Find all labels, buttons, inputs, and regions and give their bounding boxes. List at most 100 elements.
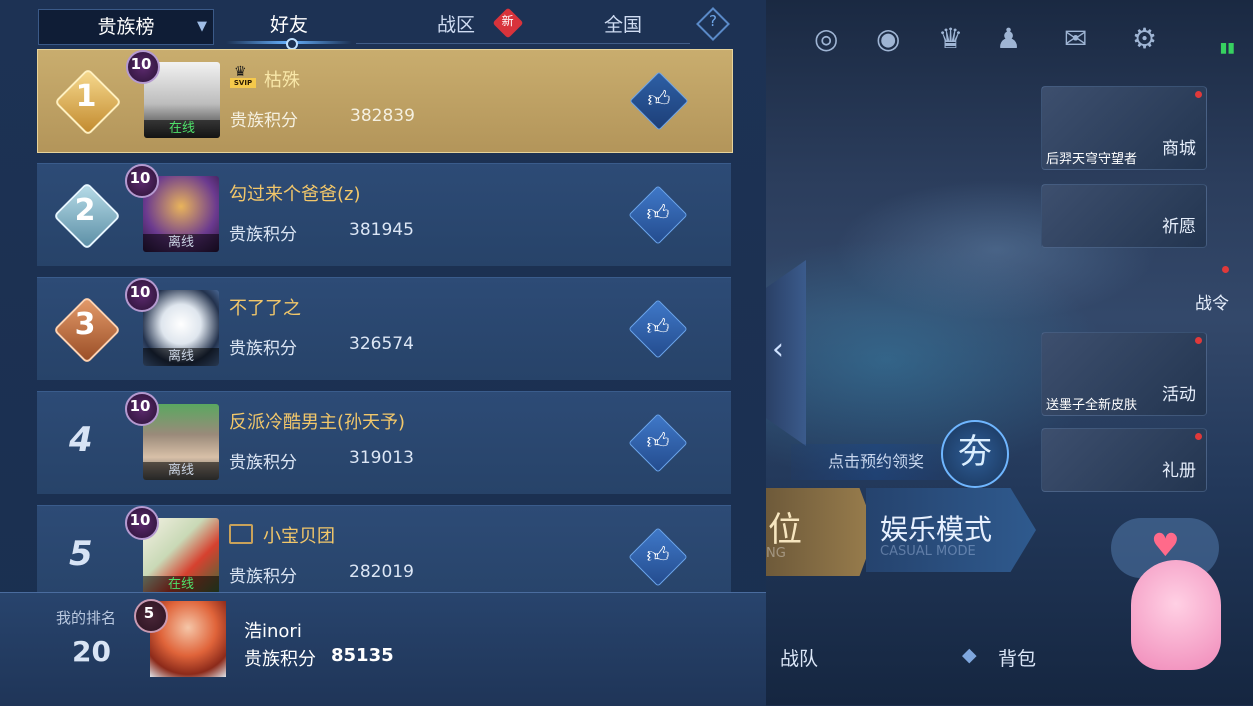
shop-button[interactable]: 后羿天穹守望者 商城 xyxy=(1041,86,1207,170)
svip-icon: ♛ SVIP xyxy=(230,64,256,90)
like-button[interactable]: 👍︎ xyxy=(629,71,689,131)
leaderboard-row[interactable]: 3 离线 10 不了了之 贵族积分 326574 👍︎ xyxy=(37,277,731,380)
score-label: 贵族积分 xyxy=(229,453,297,473)
events-label: 活动 xyxy=(1162,385,1196,405)
leaderboard-row[interactable]: 2 离线 10 勾过来个爸爸(z) 贵族积分 381945 👍︎ xyxy=(37,163,731,266)
event-badge[interactable]: 夯 xyxy=(941,420,1009,488)
top-icon-bar: ◎ ◉ ♛ ♟ ✉ ⚙ ▮▮ xyxy=(766,18,1253,62)
battle-pass-label: 战令 xyxy=(1195,294,1229,314)
thumbs-up-icon: 👍︎ xyxy=(646,201,670,227)
thumbs-up-icon: 👍︎ xyxy=(647,87,671,113)
my-score-label: 贵族积分 xyxy=(244,649,316,670)
collapse-panel-button[interactable]: ‹ xyxy=(766,260,806,446)
casual-mode-button[interactable]: 娱乐模式 CASUAL MODE xyxy=(866,488,1036,572)
score-value: 326574 xyxy=(349,334,414,354)
game-lobby-background: ◎ ◉ ♛ ♟ ✉ ⚙ ▮▮ 后羿天穹守望者 商城 祈愿 战令 送墨子全新皮肤 … xyxy=(766,0,1253,705)
player-name: 反派冷酷男主(孙天予) xyxy=(229,412,406,433)
thumbs-up-icon: 👍︎ xyxy=(646,315,670,341)
like-button[interactable]: 👍︎ xyxy=(628,527,688,587)
gift-book-button[interactable]: 礼册 xyxy=(1041,428,1207,492)
level-number: 10 xyxy=(129,511,151,529)
rank-silver-emblem: 2 xyxy=(53,182,121,250)
my-rank-bar: 我的排名 20 5 浩inori 贵族积分 85135 xyxy=(0,592,766,706)
mail-icon[interactable]: ✉ xyxy=(1064,22,1087,56)
help-icon[interactable]: ? xyxy=(696,7,730,41)
dropdown-label: 贵族榜 xyxy=(97,16,155,38)
level-badge: 10 xyxy=(119,160,161,198)
rank-gold-emblem: 1 xyxy=(54,68,122,136)
backpack-nav-item[interactable]: 背包 xyxy=(998,644,1036,671)
events-button[interactable]: 送墨子全新皮肤 活动 xyxy=(1041,332,1207,416)
my-score-value: 85135 xyxy=(331,645,394,666)
score-label: 贵族积分 xyxy=(229,567,297,587)
score-value: 381945 xyxy=(349,220,414,240)
shop-label: 商城 xyxy=(1162,139,1196,159)
rank-number: 3 xyxy=(74,307,96,342)
player-name: 小宝贝团 xyxy=(263,526,335,547)
notification-dot xyxy=(1195,337,1202,344)
leaderboard-tabbar: 贵族榜 ▼ 好友 战区 新 全国 ? xyxy=(0,0,766,50)
level-badge: 10 xyxy=(119,502,161,540)
player-name: 不了了之 xyxy=(229,298,301,319)
my-rank-label: 我的排名 xyxy=(56,609,117,627)
casual-mode-subtitle: CASUAL MODE xyxy=(880,544,976,559)
tab-region[interactable]: 战区 xyxy=(437,10,475,37)
rank-number: 4 xyxy=(69,420,93,460)
friends-icon[interactable]: ♟ xyxy=(996,22,1021,56)
target-icon[interactable]: ◎ xyxy=(814,22,838,56)
tab-divider xyxy=(356,43,690,44)
leaderboard-row[interactable]: 4 离线 10 反派冷酷男主(孙天予) 贵族积分 319013 👍︎ xyxy=(37,391,731,494)
rank-number: 5 xyxy=(69,534,93,574)
player-name: 枯殊 xyxy=(264,70,300,91)
offline-status: 离线 xyxy=(143,348,219,366)
nobility-leaderboard-panel: 贵族榜 ▼ 好友 战区 新 全国 ? 1 在线 10 ♛ SVIP 枯殊 贵族积分… xyxy=(0,0,766,706)
guild-icon xyxy=(229,524,253,544)
pet-mascot[interactable] xyxy=(1131,560,1221,670)
notification-dot xyxy=(1222,266,1229,273)
like-button[interactable]: 👍︎ xyxy=(628,299,688,359)
rank-number: 2 xyxy=(74,193,96,228)
ranked-mode-subtitle: NG xyxy=(766,546,786,561)
leaderboard-type-dropdown[interactable]: 贵族榜 ▼ xyxy=(38,9,214,45)
ranked-mode-title: 位 xyxy=(768,510,802,550)
level-badge: 10 xyxy=(119,274,161,312)
thumbs-up-icon: 👍︎ xyxy=(646,429,670,455)
backpack-icon: ◆ xyxy=(962,644,977,666)
chevron-down-icon: ▼ xyxy=(197,19,207,34)
team-nav-item[interactable]: 战队 xyxy=(780,644,818,671)
like-button[interactable]: 👍︎ xyxy=(628,413,688,473)
level-number: 10 xyxy=(129,283,151,301)
like-button[interactable]: 👍︎ xyxy=(628,185,688,245)
gear-icon[interactable]: ⚙ xyxy=(1132,22,1157,56)
level-number: 5 xyxy=(143,604,155,622)
trophy-icon[interactable]: ♛ xyxy=(938,22,963,56)
shop-caption: 后羿天穹守望者 xyxy=(1046,152,1138,167)
online-status: 在线 xyxy=(144,120,220,138)
gift-book-label: 礼册 xyxy=(1162,461,1196,481)
score-value: 282019 xyxy=(349,562,414,582)
score-value: 382839 xyxy=(350,106,415,126)
eye-icon[interactable]: ◉ xyxy=(876,22,900,56)
tab-friends[interactable]: 好友 xyxy=(270,10,308,37)
level-number: 10 xyxy=(129,397,151,415)
casual-mode-title: 娱乐模式 xyxy=(880,513,993,546)
new-badge: 新 xyxy=(492,7,524,39)
leaderboard-row[interactable]: 1 在线 10 ♛ SVIP 枯殊 贵族积分 382839 👍︎ xyxy=(37,49,733,153)
ranked-mode-button[interactable]: 位 NG xyxy=(766,488,876,576)
level-badge: 5 xyxy=(128,595,170,633)
svip-text: SVIP xyxy=(230,78,256,88)
tab-nationwide[interactable]: 全国 xyxy=(604,10,642,37)
notification-dot xyxy=(1195,433,1202,440)
reserve-reward-banner[interactable]: 点击预约领奖 xyxy=(791,444,961,480)
wifi-icon: ▮▮ xyxy=(1219,40,1235,56)
offline-status: 离线 xyxy=(143,462,219,480)
player-name: 勾过来个爸爸(z) xyxy=(229,184,361,205)
battle-pass-button[interactable]: 战令 xyxy=(1181,262,1233,324)
events-caption: 送墨子全新皮肤 xyxy=(1046,398,1138,413)
new-badge-text: 新 xyxy=(501,14,514,29)
notification-dot xyxy=(1195,91,1202,98)
wish-label: 祈愿 xyxy=(1162,217,1196,237)
rank-number: 1 xyxy=(75,79,97,114)
wish-button[interactable]: 祈愿 xyxy=(1041,184,1207,248)
thumbs-up-icon: 👍︎ xyxy=(646,543,670,569)
